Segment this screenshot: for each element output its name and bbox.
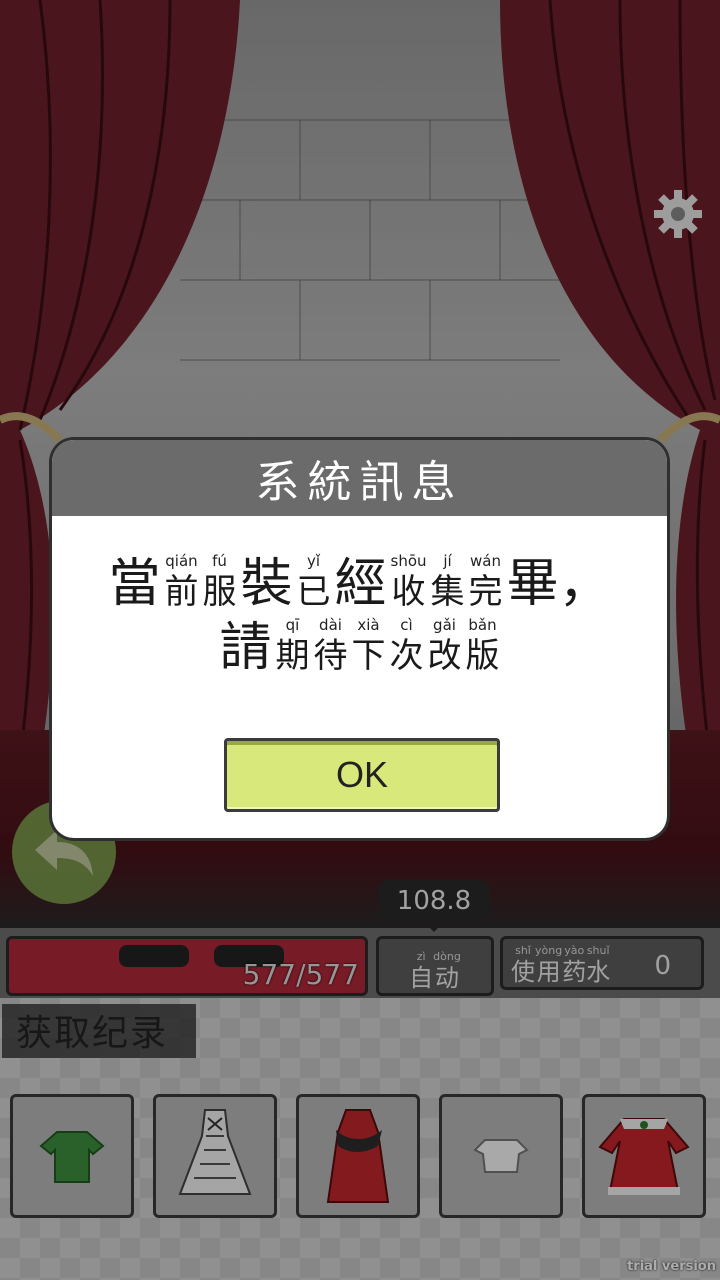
pinyin: wán bbox=[470, 552, 501, 570]
pinyin: qián bbox=[165, 552, 198, 570]
hanzi: 期 bbox=[275, 636, 310, 676]
message-line-1: 當 qián 前 fú 服裝 yǐ 已經 shōu 收 jí 集 wán 完畢， bbox=[52, 552, 667, 614]
hanzi: 版 bbox=[465, 636, 500, 676]
dialog-message: 當 qián 前 fú 服裝 yǐ 已經 shōu 收 jí 集 wán 完畢， 請 qī 期 dài 待 xià… bbox=[52, 552, 667, 678]
pinyin: shōu bbox=[390, 552, 427, 570]
ruby-char: jí 集 bbox=[431, 552, 465, 614]
pinyin: cì bbox=[400, 616, 413, 634]
ruby-char: fú 服 bbox=[202, 552, 236, 614]
system-message-dialog: 系統訊息 當 qián 前 fú 服裝 yǐ 已經 shōu 收 jí 集 wán 完畢， 請 qī 期 dà… bbox=[52, 440, 667, 838]
pinyin: dài bbox=[319, 616, 342, 634]
ruby-char: gǎi 改 bbox=[428, 616, 462, 678]
hanzi: 改 bbox=[427, 636, 462, 676]
dialog-header: 系統訊息 bbox=[52, 440, 667, 516]
message-char: 請 bbox=[219, 618, 272, 678]
hanzi: 前 bbox=[164, 572, 199, 612]
ruby-char: dài 待 bbox=[314, 616, 348, 678]
ruby-char: qī 期 bbox=[276, 616, 310, 678]
ruby-char: wán 完 bbox=[469, 552, 503, 614]
pinyin: xià bbox=[357, 616, 380, 634]
message-char: 畢， bbox=[506, 554, 611, 614]
ruby-char: yǐ 已 bbox=[296, 552, 330, 614]
hanzi: 完 bbox=[468, 572, 503, 612]
dialog-title: 系統訊息 bbox=[255, 457, 464, 508]
message-char: 經 bbox=[334, 554, 387, 614]
ok-button[interactable]: OK bbox=[224, 738, 500, 812]
hanzi: 次 bbox=[389, 636, 424, 676]
ruby-char: shōu 收 bbox=[391, 552, 427, 614]
pinyin: gǎi bbox=[433, 616, 456, 634]
hanzi: 已 bbox=[296, 572, 331, 612]
hanzi: 下 bbox=[351, 636, 386, 676]
hanzi: 收 bbox=[391, 572, 426, 612]
pinyin: qī bbox=[285, 616, 300, 634]
message-char: 當 bbox=[108, 554, 161, 614]
message-line-2: 請 qī 期 dài 待 xià 下 cì 次 gǎi 改 bǎn 版 bbox=[52, 616, 667, 678]
pinyin: bǎn bbox=[468, 616, 497, 634]
hanzi: 待 bbox=[313, 636, 348, 676]
ok-label: OK bbox=[335, 754, 388, 795]
pinyin: fú bbox=[212, 552, 227, 570]
message-char: 裝 bbox=[240, 554, 293, 614]
ruby-char: cì 次 bbox=[390, 616, 424, 678]
ruby-char: bǎn 版 bbox=[466, 616, 500, 678]
hanzi: 服 bbox=[202, 572, 237, 612]
pinyin: jí bbox=[443, 552, 452, 570]
ruby-char: xià 下 bbox=[352, 616, 386, 678]
hanzi: 集 bbox=[430, 572, 465, 612]
ruby-char: qián 前 bbox=[164, 552, 198, 614]
pinyin: yǐ bbox=[306, 552, 320, 570]
